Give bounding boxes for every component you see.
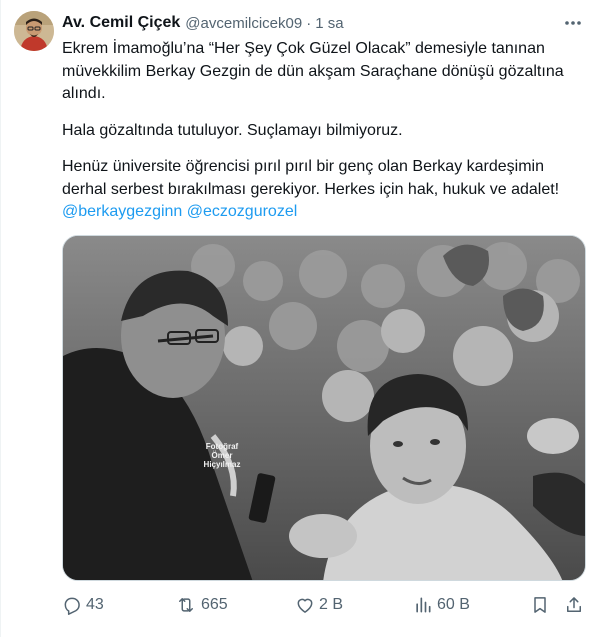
tweet-actions: 43 665 2 B 60 B xyxy=(62,592,588,618)
heart-icon xyxy=(297,598,313,613)
tweet-paragraph: Hala gözaltında tutuluyor. Suçlamayı bil… xyxy=(62,121,403,139)
mention-link[interactable]: @berkaygezginn xyxy=(62,203,182,220)
thread-divider xyxy=(0,0,1,637)
reply-button[interactable]: 43 xyxy=(62,592,104,618)
avatar[interactable] xyxy=(14,11,54,51)
more-button[interactable] xyxy=(560,10,586,36)
photo-image xyxy=(63,236,585,580)
tweet-paragraph-text: Henüz üniversite öğrencisi pırıl pırıl b… xyxy=(62,158,560,198)
reply-count: 43 xyxy=(86,596,104,613)
share-button[interactable] xyxy=(564,592,584,618)
reply-icon xyxy=(64,597,80,615)
tweet-header: Av. Cemil Çiçek @avcemilcicek09 · 1 sa xyxy=(62,12,344,34)
retweet-button[interactable]: 665 xyxy=(175,592,228,618)
bookmark-icon xyxy=(534,597,546,613)
share-icon xyxy=(567,597,581,612)
watermark-line: Fotoğraf xyxy=(205,442,239,451)
more-horizontal-icon xyxy=(565,21,581,25)
bar-chart-icon xyxy=(416,597,431,613)
display-name[interactable]: Av. Cemil Çiçek xyxy=(62,14,180,32)
tweet-paragraph: Ekrem İmamoğlu’na “Her Şey Çok Güzel Ola… xyxy=(62,40,564,102)
tweet-text: Ekrem İmamoğlu’na “Her Şey Çok Güzel Ola… xyxy=(62,38,592,224)
photo-watermark: Fotoğraf Ömer Hiçyılmaz xyxy=(199,442,245,469)
retweet-count: 665 xyxy=(201,596,228,613)
like-count: 2 B xyxy=(319,596,344,613)
watermark-line: Hiçyılmaz xyxy=(203,460,241,469)
retweet-icon xyxy=(179,598,193,612)
views-button[interactable]: 60 B xyxy=(413,592,470,618)
timestamp[interactable]: 1 sa xyxy=(315,15,343,32)
avatar-image xyxy=(14,11,54,51)
user-handle[interactable]: @avcemilcicek09 xyxy=(185,15,302,32)
separator-dot: · xyxy=(306,14,312,32)
watermark-line: Ömer xyxy=(211,451,233,460)
view-count: 60 B xyxy=(437,596,470,613)
tweet-photo[interactable]: Fotoğraf Ömer Hiçyılmaz xyxy=(62,235,586,581)
mention-link[interactable]: @eczozgurozel xyxy=(187,203,298,220)
tweet-paragraph: Henüz üniversite öğrencisi pırıl pırıl b… xyxy=(62,156,592,224)
bookmark-button[interactable] xyxy=(530,592,550,618)
like-button[interactable]: 2 B xyxy=(295,592,343,618)
